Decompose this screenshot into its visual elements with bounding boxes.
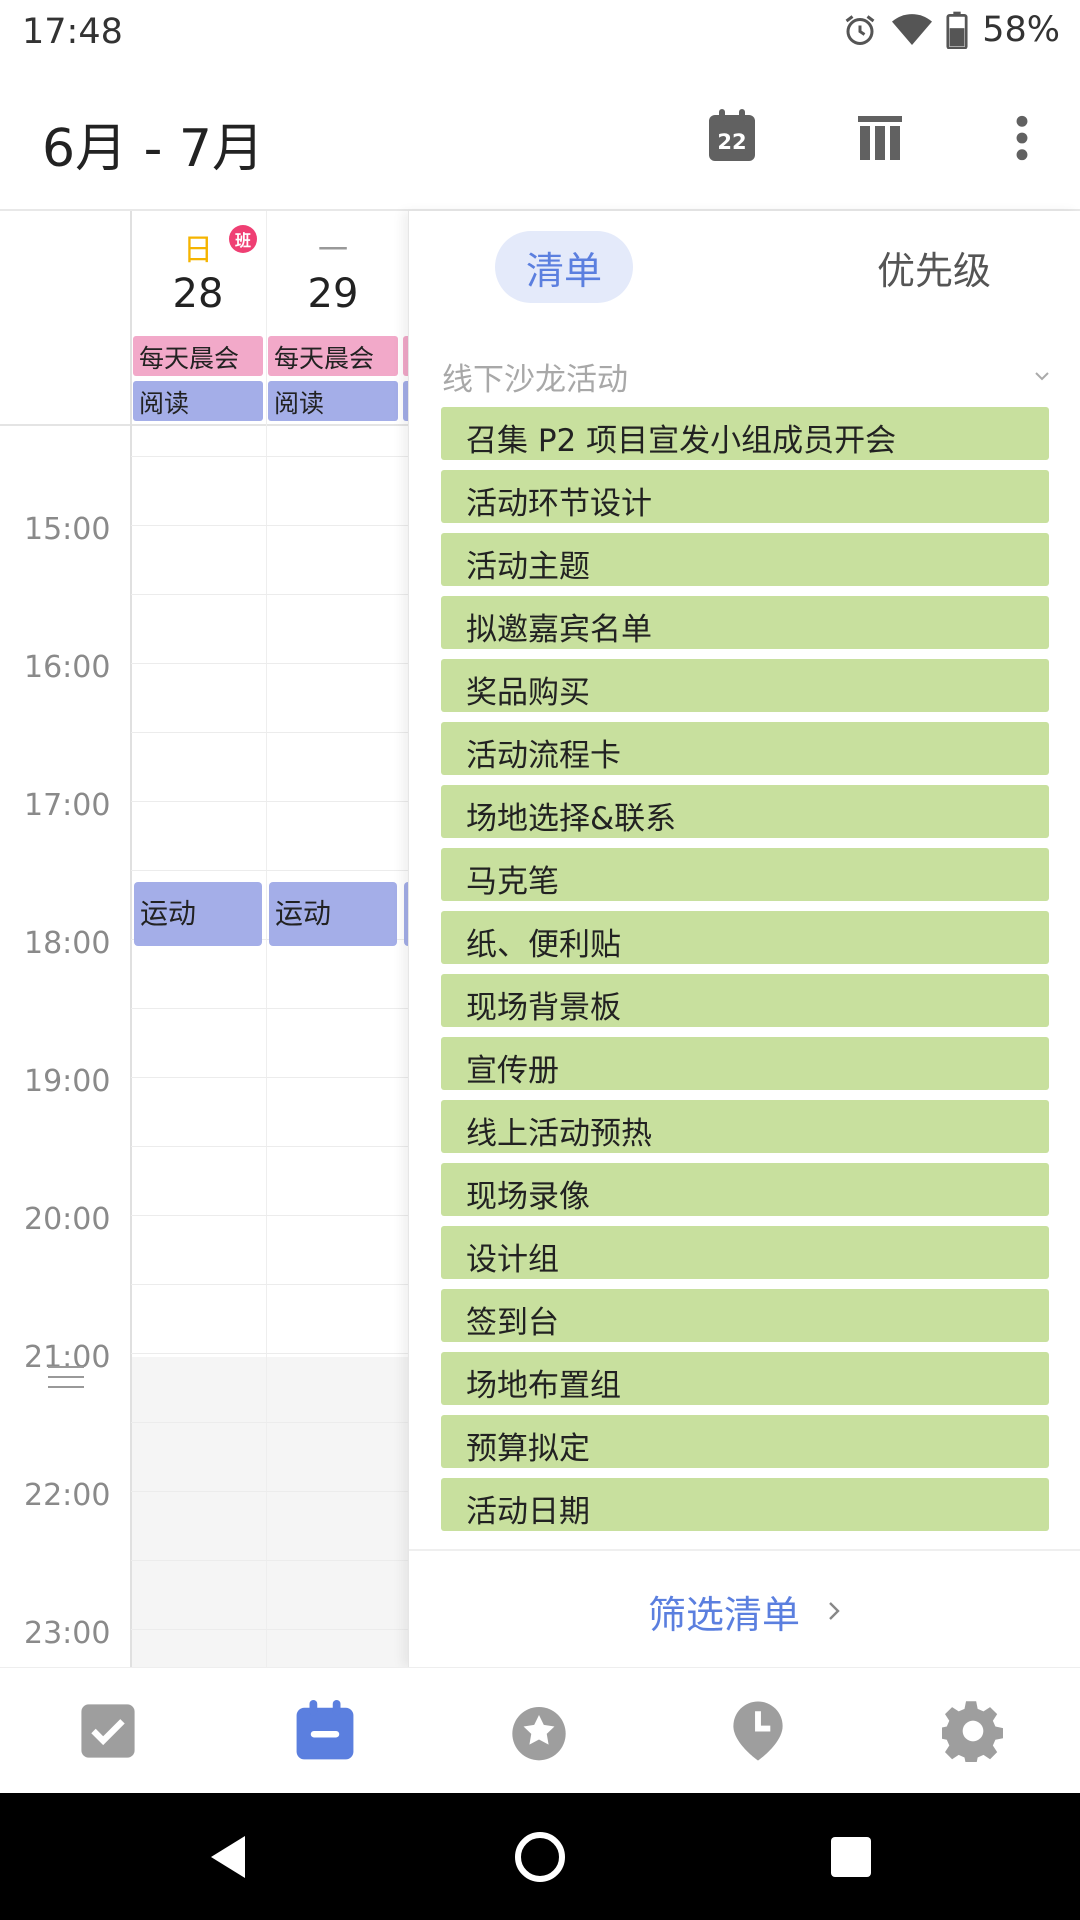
all-day-event[interactable]: 每天晨会 <box>268 336 398 376</box>
task-side-panel: 清单 优先级 线下沙龙活动 召集 P2 项目宣发小组成员开会 活动环节设计 活动主题… <box>408 211 1080 1667</box>
grid-line <box>131 732 408 733</box>
calendar-event[interactable]: 运动 <box>269 882 397 946</box>
grid-line <box>131 594 408 595</box>
task-item[interactable]: 拟邀嘉宾名单 <box>441 596 1049 649</box>
tasks-tab-icon[interactable] <box>75 1698 141 1764</box>
grid-line <box>131 801 408 802</box>
task-item[interactable]: 活动主题 <box>441 533 1049 586</box>
home-icon[interactable] <box>508 1825 572 1889</box>
hour-label: 18:00 <box>24 926 111 961</box>
hour-label: 23:00 <box>24 1616 111 1651</box>
grid-line <box>131 1560 408 1561</box>
back-icon[interactable] <box>195 1825 259 1889</box>
status-time: 17:48 <box>22 12 123 52</box>
grid-line <box>131 1353 408 1354</box>
all-day-event[interactable]: 阅读 <box>133 381 263 421</box>
task-item[interactable]: 预算拟定 <box>441 1415 1049 1468</box>
status-bar: 17:48 58% <box>0 0 1080 66</box>
recents-icon[interactable] <box>819 1825 883 1889</box>
battery-percent: 58% <box>982 10 1060 50</box>
calendar-header: 日 班 28 一 29 每天晨会 每天晨会 阅读 阅读 <box>0 211 408 426</box>
all-day-event[interactable]: 每天晨会 <box>133 336 263 376</box>
bottom-navigation <box>0 1667 1080 1793</box>
tab-list[interactable]: 清单 <box>495 231 633 303</box>
calendar-event[interactable]: 运动 <box>134 882 262 946</box>
grid-line <box>131 1146 408 1147</box>
all-day-event[interactable]: 阅读 <box>268 381 398 421</box>
hour-label: 16:00 <box>24 650 111 685</box>
calendar-tab-icon[interactable] <box>292 1698 358 1764</box>
hour-label: 22:00 <box>24 1478 111 1513</box>
hour-label: 20:00 <box>24 1202 111 1237</box>
today-icon[interactable]: 22 <box>702 108 762 168</box>
task-item[interactable]: 设计组 <box>441 1226 1049 1279</box>
task-item[interactable]: 纸、便利贴 <box>441 911 1049 964</box>
task-item[interactable]: 场地选择&联系 <box>441 785 1049 838</box>
task-item[interactable]: 活动日期 <box>441 1478 1049 1531</box>
hour-label: 15:00 <box>24 512 111 547</box>
task-item[interactable]: 签到台 <box>441 1289 1049 1342</box>
task-item[interactable]: 召集 P2 项目宣发小组成员开会 <box>441 407 1049 460</box>
calendar-week-view[interactable]: 日 班 28 一 29 每天晨会 每天晨会 阅读 阅读 15:00 16:00 … <box>0 211 408 1667</box>
weekday-label: 一 <box>318 233 348 268</box>
filter-label: 筛选清单 <box>647 1592 800 1637</box>
task-item[interactable]: 线上活动预热 <box>441 1100 1049 1153</box>
chevron-right-icon <box>829 1602 840 1620</box>
grid-line <box>131 1215 408 1216</box>
task-item[interactable]: 现场录像 <box>441 1163 1049 1216</box>
grid-line <box>131 1077 408 1078</box>
divider <box>409 1549 1080 1551</box>
grid-line <box>131 1629 408 1630</box>
wifi-icon <box>892 14 933 45</box>
day-number: 28 <box>172 271 224 317</box>
list-dropdown[interactable]: 线下沙龙活动 <box>442 341 1052 411</box>
task-item[interactable]: 活动流程卡 <box>441 722 1049 775</box>
task-item[interactable]: 现场背景板 <box>441 974 1049 1027</box>
task-list: 召集 P2 项目宣发小组成员开会 活动环节设计 活动主题拟邀嘉宾名单 奖品购买活动流程… <box>441 407 1049 1541</box>
today-date: 22 <box>709 109 755 161</box>
tab-priority[interactable]: 优先级 <box>849 231 1019 303</box>
task-item[interactable]: 奖品购买 <box>441 659 1049 712</box>
task-item[interactable]: 场地布置组 <box>441 1352 1049 1405</box>
panel-tabs: 清单 优先级 <box>409 211 1080 326</box>
grid-line <box>131 525 408 526</box>
grid-line <box>131 663 408 664</box>
more-vert-icon[interactable] <box>992 108 1052 168</box>
habit-tab-icon[interactable] <box>506 1698 572 1764</box>
chevron-down-icon <box>1035 372 1049 381</box>
day-number: 29 <box>307 271 359 317</box>
grid-line <box>131 1422 408 1423</box>
system-navigation-bar <box>0 1793 1080 1920</box>
workday-badge: 班 <box>229 225 257 253</box>
task-item[interactable]: 活动环节设计 <box>441 470 1049 523</box>
grid-line <box>131 1008 408 1009</box>
battery-icon <box>946 11 968 49</box>
view-columns-icon[interactable] <box>850 108 910 168</box>
alarm-icon <box>845 15 875 45</box>
grid-line <box>131 870 408 871</box>
grid-line <box>131 1284 408 1285</box>
calendar-time-grid[interactable]: 15:00 16:00 17:00 18:00 19:00 20:00 21:0… <box>0 211 408 1667</box>
status-icons: 58% <box>842 10 1060 50</box>
task-item[interactable]: 宣传册 <box>441 1037 1049 1090</box>
app-bar: 6月 - 7月 22 <box>0 66 1080 211</box>
task-item[interactable]: 马克笔 <box>441 848 1049 901</box>
grid-line <box>131 456 408 457</box>
pomodoro-tab-icon[interactable] <box>725 1698 791 1764</box>
settings-tab-icon[interactable] <box>940 1698 1006 1764</box>
hour-label: 17:00 <box>24 788 111 823</box>
list-name: 线下沙龙活动 <box>442 361 628 398</box>
grid-line <box>131 1491 408 1492</box>
night-shade <box>131 1357 408 1667</box>
month-range-title[interactable]: 6月 - 7月 <box>42 106 264 181</box>
filter-list-button[interactable]: 筛选清单 <box>409 1561 1080 1661</box>
hour-label: 19:00 <box>24 1064 111 1099</box>
resize-handle-icon[interactable] <box>48 1366 84 1396</box>
